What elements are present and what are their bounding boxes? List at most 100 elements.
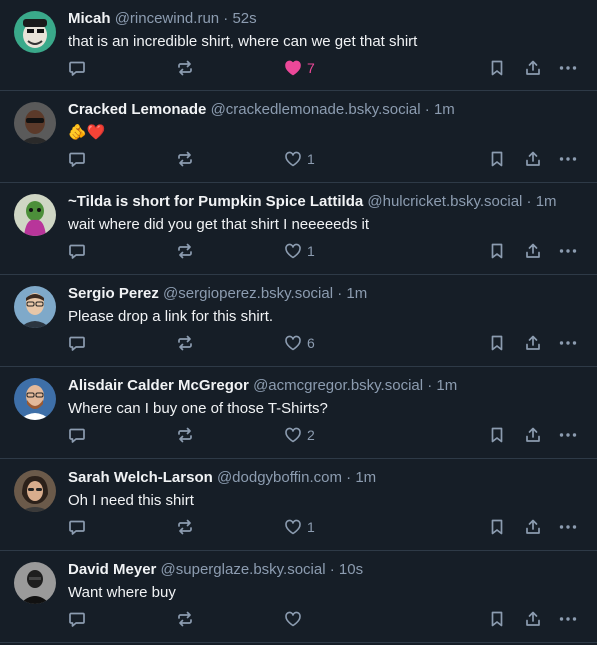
more-options-button[interactable] (558, 333, 578, 353)
bookmark-icon (491, 519, 503, 535)
reply-icon (69, 244, 85, 259)
post-text: Where can I buy one of those T-Shirts? (68, 400, 328, 417)
bookmark-button[interactable] (488, 149, 506, 169)
share-button[interactable] (524, 333, 542, 353)
reply-button[interactable] (68, 517, 86, 537)
like-button[interactable]: 6 (284, 333, 315, 353)
more-options-button[interactable] (558, 241, 578, 261)
author-name[interactable]: Micah (68, 10, 111, 27)
bookmark-button[interactable] (488, 333, 506, 353)
like-button[interactable]: 7 (284, 58, 315, 78)
more-options-button[interactable] (558, 58, 578, 78)
bookmark-button[interactable] (488, 425, 506, 445)
repost-button[interactable] (176, 149, 194, 169)
reply-button[interactable] (68, 149, 86, 169)
more-options-icon (559, 433, 577, 437)
author-name[interactable]: Sergio Perez (68, 285, 159, 302)
share-button[interactable] (524, 58, 542, 78)
more-options-button[interactable] (558, 609, 578, 629)
timestamp[interactable]: 1m (346, 285, 367, 302)
bookmark-button[interactable] (488, 58, 506, 78)
author-name[interactable]: Sarah Welch-Larson (68, 469, 213, 486)
bookmark-button[interactable] (488, 241, 506, 261)
like-button[interactable]: 1 (284, 517, 315, 537)
repost-button[interactable] (176, 241, 194, 261)
reply-button[interactable] (68, 58, 86, 78)
reply-button[interactable] (68, 425, 86, 445)
author-name[interactable]: David Meyer (68, 561, 156, 578)
reply-button[interactable] (68, 333, 86, 353)
share-button[interactable] (524, 517, 542, 537)
timestamp[interactable]: 1m (436, 377, 457, 394)
post-text: Oh I need this shirt (68, 492, 194, 509)
reply-feed: Micah @rincewind.run · 52s that is an in… (0, 0, 597, 643)
more-options-icon (559, 66, 577, 70)
author-handle[interactable]: @acmcgregor.bsky.social (253, 377, 423, 394)
bookmark-button[interactable] (488, 609, 506, 629)
like-button[interactable]: 1 (284, 241, 315, 261)
post-actions: 7 (68, 58, 588, 78)
author-handle[interactable]: @crackedlemonade.bsky.social (211, 101, 421, 118)
avatar[interactable] (14, 470, 56, 512)
share-button[interactable] (524, 149, 542, 169)
author-handle[interactable]: @sergioperez.bsky.social (163, 285, 333, 302)
avatar[interactable] (14, 562, 56, 604)
repost-button[interactable] (176, 609, 194, 629)
author-handle[interactable]: @rincewind.run (115, 10, 219, 27)
timestamp[interactable]: 1m (536, 193, 557, 210)
timestamp[interactable]: 1m (355, 469, 376, 486)
post-text: Please drop a link for this shirt. (68, 308, 274, 325)
reply-post[interactable]: Sarah Welch-Larson @dodgyboffin.com · 1m… (0, 459, 597, 551)
separator: · (346, 469, 352, 486)
author-name[interactable]: Alisdair Calder McGregor (68, 377, 249, 394)
avatar[interactable] (14, 378, 56, 420)
reply-button[interactable] (68, 241, 86, 261)
more-options-button[interactable] (558, 149, 578, 169)
post-header: Alisdair Calder McGregor @acmcgregor.bsk… (68, 377, 587, 395)
author-handle[interactable]: @superglaze.bsky.social (161, 561, 326, 578)
bookmark-button[interactable] (488, 517, 506, 537)
author-handle[interactable]: @dodgyboffin.com (217, 469, 342, 486)
timestamp[interactable]: 1m (434, 101, 455, 118)
cartoon-avatar-icon (14, 194, 56, 236)
like-button[interactable] (284, 609, 307, 629)
like-button[interactable]: 1 (284, 149, 315, 169)
avatar[interactable] (14, 286, 56, 328)
like-count: 1 (307, 519, 315, 535)
share-icon (526, 335, 540, 350)
author-name[interactable]: Cracked Lemonade (68, 101, 206, 118)
avatar[interactable] (14, 102, 56, 144)
share-button[interactable] (524, 241, 542, 261)
more-options-button[interactable] (558, 517, 578, 537)
post-actions: 1 (68, 149, 588, 169)
reply-post[interactable]: Sergio Perez @sergioperez.bsky.social · … (0, 275, 597, 367)
share-button[interactable] (524, 609, 542, 629)
author-handle[interactable]: @hulcricket.bsky.social (367, 193, 522, 210)
reply-button[interactable] (68, 609, 86, 629)
post-header: ~Tilda is short for Pumpkin Spice Lattil… (68, 193, 587, 211)
bookmark-icon (491, 427, 503, 443)
reply-post[interactable]: David Meyer @superglaze.bsky.social · 10… (0, 551, 597, 643)
repost-button[interactable] (176, 517, 194, 537)
like-button[interactable]: 2 (284, 425, 315, 445)
more-options-button[interactable] (558, 425, 578, 445)
repost-button[interactable] (176, 425, 194, 445)
timestamp[interactable]: 10s (339, 561, 363, 578)
like-count: 1 (307, 243, 315, 259)
post-header: David Meyer @superglaze.bsky.social · 10… (68, 561, 587, 579)
author-name[interactable]: ~Tilda is short for Pumpkin Spice Lattil… (68, 193, 363, 210)
reply-post[interactable]: Alisdair Calder McGregor @acmcgregor.bsk… (0, 367, 597, 459)
share-button[interactable] (524, 425, 542, 445)
repost-button[interactable] (176, 58, 194, 78)
person-avatar-icon (14, 286, 56, 328)
reply-post[interactable]: Cracked Lemonade @crackedlemonade.bsky.s… (0, 91, 597, 183)
avatar[interactable] (14, 194, 56, 236)
reply-icon (69, 428, 85, 443)
repost-button[interactable] (176, 333, 194, 353)
reply-post[interactable]: Micah @rincewind.run · 52s that is an in… (0, 0, 597, 91)
post-text: wait where did you get that shirt I neee… (68, 216, 370, 233)
timestamp[interactable]: 52s (232, 10, 256, 27)
avatar[interactable] (14, 11, 56, 53)
more-options-icon (559, 617, 577, 621)
reply-post[interactable]: ~Tilda is short for Pumpkin Spice Lattil… (0, 183, 597, 275)
